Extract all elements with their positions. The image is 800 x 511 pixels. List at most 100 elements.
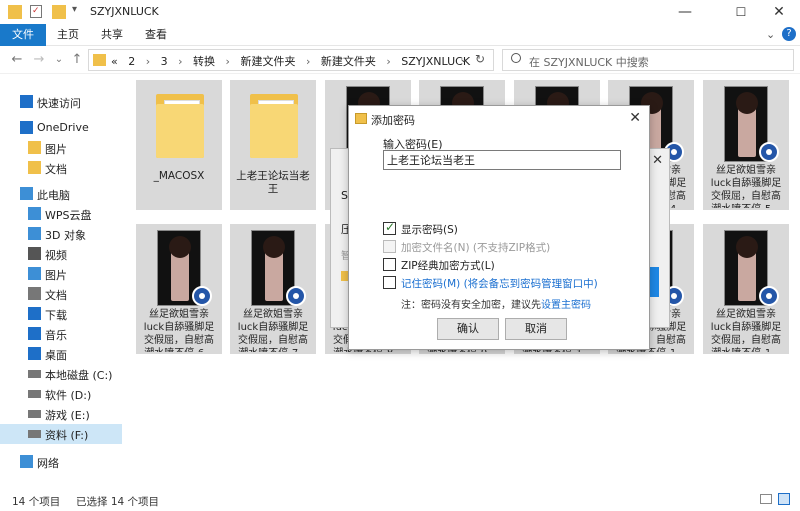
folder-icon: [93, 54, 106, 66]
address-bar[interactable]: « 2 › 3 › 转换 › 新建文件夹 › 新建文件夹 › SZYJXNLUC…: [88, 49, 494, 71]
dialog-close-button[interactable]: ✕: [629, 110, 641, 126]
download-icon: [28, 307, 41, 320]
zip-classic-encryption-checkbox[interactable]: ZIP经典加密方式(L): [383, 258, 633, 273]
tab-share[interactable]: 共享: [94, 24, 130, 46]
sidebar-item[interactable]: 3D 对象: [0, 224, 122, 244]
checkbox-box[interactable]: [383, 220, 396, 235]
file-name: 丝足欲姐雪亲 luck自舔骚脚足 交假屈，自慰高 潮水喷不停-7...: [237, 309, 309, 352]
sidebar-item-label: 游戏 (E:): [45, 409, 90, 422]
encrypt-filenames-checkbox: 加密文件名(N) (不支持ZIP格式): [383, 240, 633, 255]
star-icon: [20, 95, 33, 108]
drive-icon: [28, 430, 41, 438]
sidebar-item[interactable]: WPS云盘: [0, 204, 122, 224]
minimize-button[interactable]: —: [662, 0, 708, 24]
ok-button[interactable]: 确认: [437, 318, 499, 340]
forward-button[interactable]: →: [30, 52, 48, 68]
breadcrumb[interactable]: « 2 › 3 › 转换 › 新建文件夹 › 新建文件夹 › SZYJXNLUC…: [111, 53, 477, 69]
sidebar-item[interactable]: 视频: [0, 244, 122, 264]
up-button[interactable]: ↑: [68, 52, 86, 68]
documents-icon: [28, 287, 41, 300]
network-icon: [20, 455, 33, 468]
drive-icon: [28, 410, 41, 418]
sidebar-item[interactable]: 图片: [0, 138, 122, 158]
sidebar-item-label: 文档: [45, 163, 67, 176]
drive-icon: [28, 390, 41, 398]
breadcrumb-separator[interactable]: ›: [306, 55, 310, 68]
note-text: 注：密码没有安全加密，建议先: [401, 300, 541, 311]
video-file-item[interactable]: 丝足欲姐雪亲 luck自舔骚脚足 交假屈，自慰高 潮水喷不停-7...: [230, 224, 316, 354]
file-name: 上老王论坛当老 王: [236, 170, 310, 195]
sidebar-item[interactable]: 软件 (D:): [0, 384, 122, 404]
breadcrumb-item[interactable]: 转换: [193, 55, 215, 68]
folder-icon: [28, 161, 41, 174]
sidebar-item-label: 音乐: [45, 329, 67, 342]
sidebar-item[interactable]: 文档: [0, 158, 122, 178]
breadcrumb-separator[interactable]: ›: [146, 55, 150, 68]
search-icon: [511, 53, 521, 63]
sidebar-item[interactable]: 图片: [0, 264, 122, 284]
folder-icon: [156, 94, 204, 158]
drive-icon: [28, 370, 41, 378]
refresh-button[interactable]: ↻: [475, 52, 485, 66]
checkbox-label: 加密文件名(N) (不支持ZIP格式): [401, 242, 551, 254]
sidebar-item-label: 此电脑: [37, 189, 70, 202]
breadcrumb-overflow[interactable]: «: [111, 55, 118, 68]
checkbox-box[interactable]: [383, 258, 396, 271]
close-button[interactable]: ✕: [756, 0, 800, 24]
new-folder-icon[interactable]: [52, 5, 66, 19]
breadcrumb-separator[interactable]: ›: [386, 55, 390, 68]
folder-item[interactable]: 上老王论坛当老 王: [230, 80, 316, 210]
set-master-password-link[interactable]: 设置主密码: [541, 300, 591, 311]
large-icons-view-icon[interactable]: [778, 493, 790, 505]
pictures-icon: [28, 267, 41, 280]
media-player-icon: [759, 142, 779, 162]
search-input[interactable]: 在 SZYJXNLUCK 中搜索: [502, 49, 794, 71]
sidebar-item[interactable]: 本地磁盘 (C:): [0, 364, 122, 384]
add-password-dialog: 添加密码 ✕ 输入密码(E) 显示密码(S)加密文件名(N) (不支持ZIP格式…: [348, 105, 650, 350]
sidebar-item[interactable]: 游戏 (E:): [0, 404, 122, 424]
sidebar-item[interactable]: 音乐: [0, 324, 122, 344]
sidebar-item[interactable]: 桌面: [0, 344, 122, 364]
sidebar-item[interactable]: 下载: [0, 304, 122, 324]
checkbox-label: 记住密码(M) (将会备忘到密码管理窗口中): [401, 278, 598, 290]
sidebar-item-label: 3D 对象: [45, 229, 86, 242]
sidebar-item[interactable]: 快速访问: [0, 92, 122, 112]
properties-icon[interactable]: ✓: [28, 3, 44, 19]
expand-ribbon-icon[interactable]: ⌄: [766, 28, 775, 41]
folder-item[interactable]: _MACOSX: [136, 80, 222, 210]
close-icon[interactable]: ✕: [652, 153, 663, 168]
help-icon[interactable]: ?: [782, 27, 796, 41]
show-password-checkbox[interactable]: 显示密码(S): [383, 220, 633, 237]
details-view-icon[interactable]: [760, 494, 772, 504]
cancel-button[interactable]: 取消: [505, 318, 567, 340]
cube-icon: [28, 227, 41, 240]
breadcrumb-separator[interactable]: ›: [226, 55, 230, 68]
video-file-item[interactable]: 丝足欲姐雪亲 luck自舔骚脚足 交假屈，自慰高 潮水喷不停-6...: [136, 224, 222, 354]
sidebar-item[interactable]: 此电脑: [0, 184, 122, 204]
breadcrumb-item[interactable]: 新建文件夹: [240, 55, 295, 68]
sidebar-item-label: 桌面: [45, 349, 67, 362]
video-file-item[interactable]: 丝足欲姐雪亲 luck自舔骚脚足 交假屈，自慰高 潮水喷不停-1...: [703, 224, 789, 354]
sidebar-item[interactable]: 文档: [0, 284, 122, 304]
breadcrumb-item[interactable]: 2: [128, 55, 135, 68]
video-file-item[interactable]: 丝足欲姐雪亲 luck自舔骚脚足 交假屈，自慰高 潮水喷不停-5...: [703, 80, 789, 210]
breadcrumb-item[interactable]: 3: [161, 55, 168, 68]
back-button[interactable]: ←: [8, 52, 26, 68]
sidebar-item[interactable]: OneDrive: [0, 118, 122, 138]
folder-icon: [28, 141, 41, 154]
navigation-bar: ← → ⌄ ↑ « 2 › 3 › 转换 › 新建文件夹 › 新建文件夹 › S…: [0, 46, 800, 74]
remember-password-checkbox[interactable]: 记住密码(M) (将会备忘到密码管理窗口中): [383, 276, 633, 291]
checkbox-box[interactable]: [383, 276, 396, 289]
tab-view[interactable]: 查看: [138, 24, 174, 46]
breadcrumb-separator[interactable]: ›: [178, 55, 182, 68]
tab-file[interactable]: 文件: [0, 24, 46, 46]
sidebar-item[interactable]: 资料 (F:): [0, 424, 122, 444]
tab-home[interactable]: 主页: [50, 24, 86, 46]
recent-locations-button[interactable]: ⌄: [50, 52, 68, 68]
address-dropdown-icon[interactable]: ⌄: [459, 52, 468, 65]
navigation-pane: 快速访问 OneDrive 图片 文档 此电脑 WPS云盘 3D 对象 视频 图片 文档 下载 音乐桌…: [0, 74, 122, 486]
qat-dropdown-icon[interactable]: ▾: [72, 4, 77, 15]
breadcrumb-item[interactable]: 新建文件夹: [321, 55, 376, 68]
sidebar-item[interactable]: 网络: [0, 452, 122, 472]
password-field[interactable]: [383, 150, 621, 170]
